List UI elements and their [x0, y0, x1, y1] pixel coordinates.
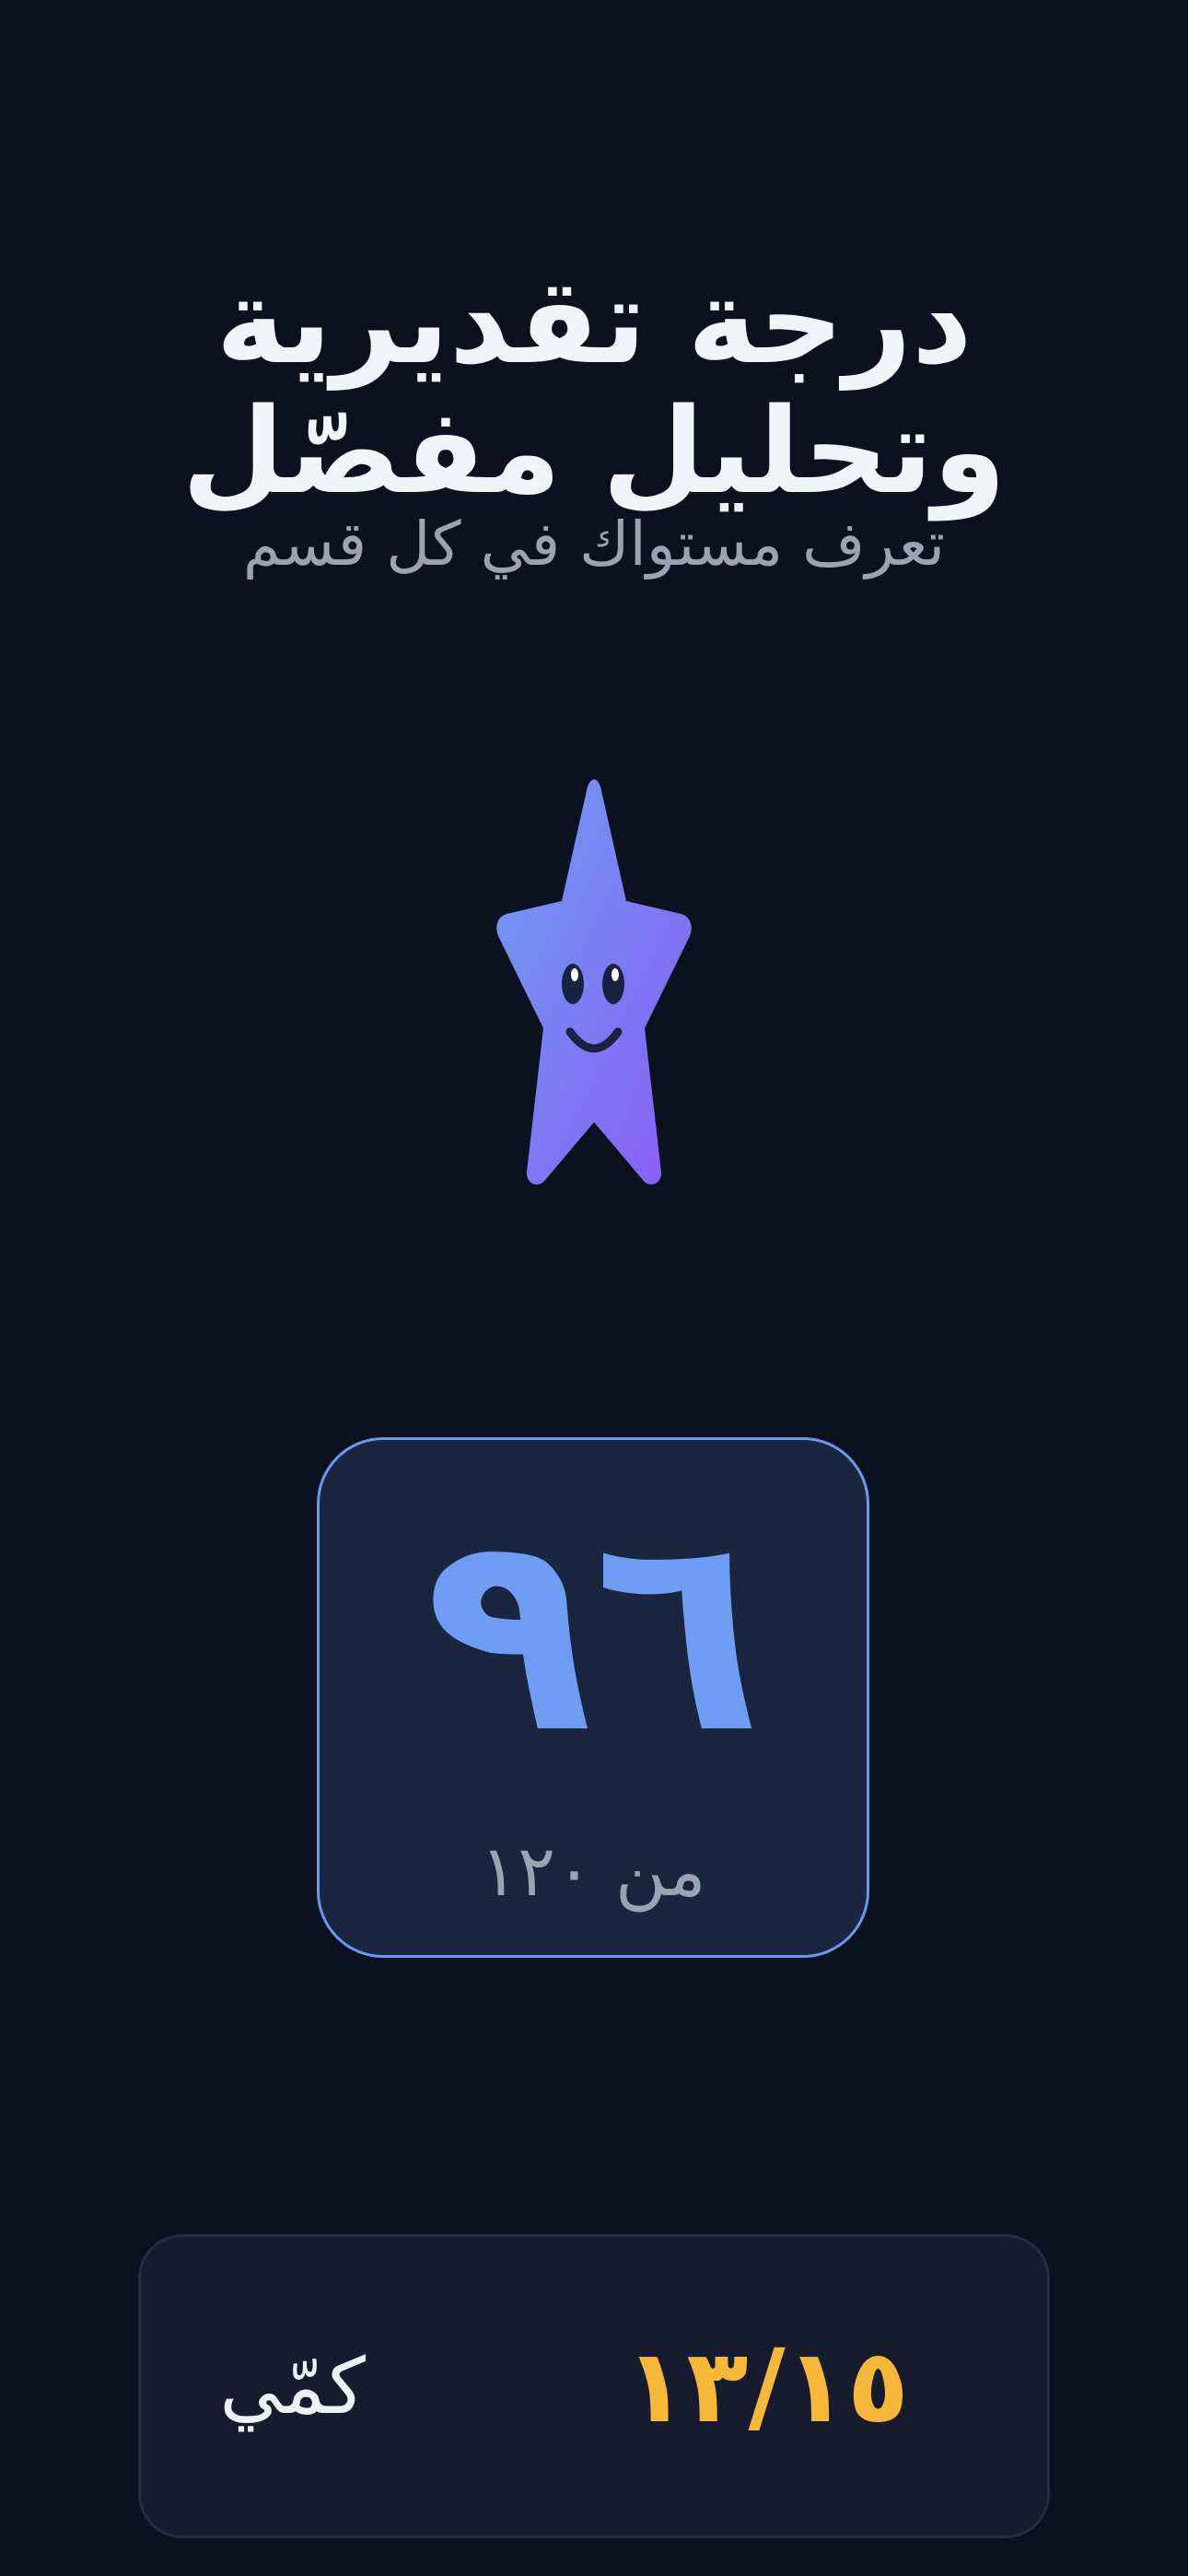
page-title: درجة تقديرية وتحليل مفصّل [181, 253, 1007, 521]
star-mascot-icon [496, 779, 692, 1185]
score-value: ٩٦ [424, 1472, 763, 1794]
section-label: كمّي [219, 2341, 366, 2431]
score-card: ٩٦ من ١٢٠ [317, 1437, 869, 1958]
section-result-card: ١٣/١٥ كمّي [138, 2234, 1050, 2538]
section-score: ١٣/١٥ [624, 2327, 909, 2445]
page-subtitle: تعرف مستواك في كل قسم [242, 509, 946, 580]
score-total: من ١٢٠ [480, 1830, 706, 1912]
